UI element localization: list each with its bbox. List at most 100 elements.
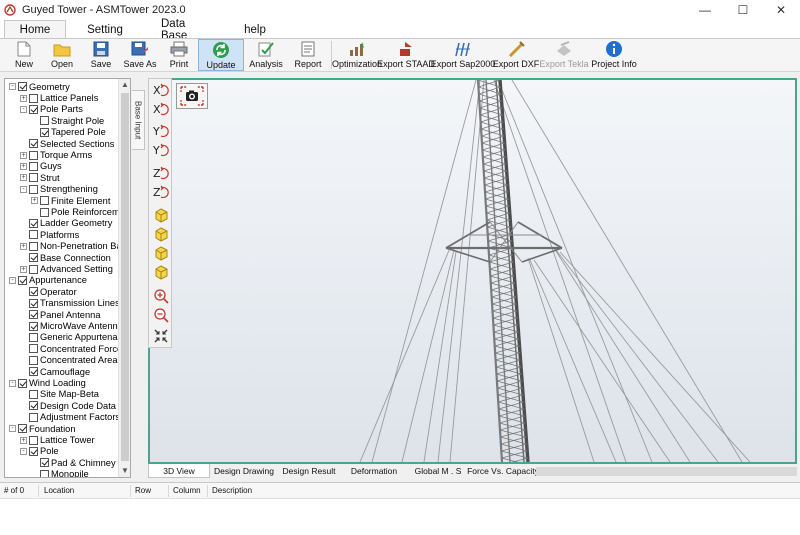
tree-checkbox[interactable]	[29, 298, 38, 308]
tab-global-ms[interactable]: Global M . S	[408, 464, 468, 478]
tree-checkbox[interactable]	[40, 469, 49, 477]
expand-icon[interactable]: +	[31, 197, 38, 205]
tree-item[interactable]: Concentrated Area	[20, 355, 118, 366]
tree-checkbox[interactable]	[29, 367, 38, 377]
col-description[interactable]: Description	[212, 483, 252, 499]
tree-checkbox[interactable]	[29, 310, 38, 320]
tree-checkbox[interactable]	[40, 196, 49, 206]
expand-icon[interactable]: +	[20, 174, 27, 182]
tree-item[interactable]: + Finite Element	[31, 195, 110, 206]
collapse-icon[interactable]: -	[9, 379, 16, 387]
open-button[interactable]: Open	[42, 39, 82, 71]
tree-item[interactable]: - Foundation	[9, 423, 76, 434]
tab-force-vs-capacity[interactable]: Force Vs. Capacity	[467, 464, 539, 478]
tree-checkbox[interactable]	[29, 401, 38, 411]
scroll-down-icon[interactable]: ▼	[119, 465, 130, 477]
update-button[interactable]: Update	[198, 39, 244, 71]
export-staad-button[interactable]: Export STAAD	[377, 39, 435, 71]
tree-checkbox[interactable]	[29, 218, 38, 228]
zoom-in-button[interactable]	[151, 288, 171, 306]
col-count[interactable]: # of 0	[4, 483, 24, 499]
tree-item[interactable]: Straight Pole	[31, 115, 104, 126]
tree-item[interactable]: Platforms	[20, 229, 79, 240]
col-column[interactable]: Column	[173, 483, 201, 499]
tree-checkbox[interactable]	[18, 82, 27, 92]
tree-checkbox[interactable]	[29, 150, 38, 160]
tree-checkbox[interactable]	[18, 424, 27, 434]
tree-item[interactable]: + Non-Penetration Base	[20, 241, 130, 252]
tree-checkbox[interactable]	[29, 435, 38, 445]
tree-item[interactable]: Base Connection	[20, 252, 111, 263]
tab-data-base[interactable]: Data Base	[144, 18, 219, 42]
tree-checkbox[interactable]	[29, 139, 38, 149]
tab-design-drawing[interactable]: Design Drawing	[210, 464, 278, 478]
tree-checkbox[interactable]	[29, 161, 38, 171]
tree-item[interactable]: + Torque Arms	[20, 149, 92, 160]
report-button[interactable]: Report	[288, 39, 328, 71]
3d-viewport[interactable]	[148, 78, 797, 464]
tree-checkbox[interactable]	[29, 446, 38, 456]
tree-checkbox[interactable]	[29, 264, 38, 274]
tree-checkbox[interactable]	[40, 116, 49, 126]
zoom-out-button[interactable]	[151, 307, 171, 325]
tree-item[interactable]: Panel Antenna	[20, 309, 100, 320]
tree-item[interactable]: Camouflage	[20, 366, 90, 377]
rotate-z-pos-button[interactable]: Z	[151, 165, 171, 183]
tree-item[interactable]: Pole Reinforcement	[31, 206, 130, 217]
tree-checkbox[interactable]	[40, 127, 49, 137]
collapse-icon[interactable]: -	[9, 276, 16, 284]
tree-item[interactable]: + Lattice Tower	[20, 434, 95, 445]
tree-item[interactable]: - Appurtenance	[9, 275, 87, 286]
col-location[interactable]: Location	[44, 483, 74, 499]
new-button[interactable]: New	[6, 39, 42, 71]
tree-checkbox[interactable]	[29, 412, 38, 422]
maximize-button[interactable]: ☐	[724, 0, 762, 20]
tree-item[interactable]: - Strengthening	[20, 184, 98, 195]
collapse-icon[interactable]: -	[9, 83, 16, 91]
tree-item[interactable]: - Wind Loading	[9, 377, 86, 388]
tree-checkbox[interactable]	[29, 332, 38, 342]
fit-extents-button[interactable]	[151, 328, 171, 346]
tab-setting[interactable]: Setting	[66, 20, 144, 38]
tree-checkbox[interactable]	[29, 173, 38, 183]
tree-item[interactable]: Selected Sections	[20, 138, 114, 149]
tree-checkbox[interactable]	[29, 104, 38, 114]
collapse-icon[interactable]: -	[9, 425, 16, 433]
base-input-side-tab[interactable]: Base Input	[132, 90, 145, 150]
expand-icon[interactable]: +	[20, 162, 27, 170]
tree-checkbox[interactable]	[29, 389, 38, 399]
close-button[interactable]: ✕	[762, 0, 800, 20]
tree-item[interactable]: + Advanced Setting	[20, 263, 113, 274]
rotate-x-pos-button[interactable]: X	[151, 82, 171, 100]
tree-item[interactable]: MicroWave Antenna	[20, 320, 123, 331]
tree-item[interactable]: Transmission Lines	[20, 298, 120, 309]
collapse-icon[interactable]: -	[20, 105, 27, 113]
screenshot-button[interactable]	[176, 83, 208, 109]
view-cube-top-button[interactable]	[151, 245, 171, 263]
view-cube-iso-button[interactable]	[151, 264, 171, 282]
tree-item[interactable]: Adjustment Factors	[20, 412, 120, 423]
tree-item[interactable]: Generic Appurtenance	[20, 332, 130, 343]
export-tekla-button[interactable]: Export Tekla	[539, 39, 589, 71]
scroll-up-icon[interactable]: ▲	[119, 79, 130, 91]
tab-home[interactable]: Home	[4, 20, 66, 38]
tab-deformation[interactable]: Deformation	[340, 464, 408, 478]
tree-checkbox[interactable]	[29, 287, 38, 297]
tree-checkbox[interactable]	[29, 241, 38, 251]
expand-icon[interactable]: +	[20, 265, 27, 273]
rotate-z-neg-button[interactable]: Z	[151, 184, 171, 202]
tree-item[interactable]: Operator	[20, 286, 77, 297]
view-tabs-scrollbar[interactable]	[536, 467, 797, 476]
project-info-button[interactable]: Project Info	[589, 39, 639, 71]
tree-scrollbar[interactable]: ▲ ▼	[118, 79, 130, 477]
tree-checkbox[interactable]	[29, 355, 38, 365]
expand-icon[interactable]: +	[20, 436, 27, 444]
save-as-button[interactable]: Save As	[120, 39, 160, 71]
tree-checkbox[interactable]	[29, 230, 38, 240]
minimize-button[interactable]: —	[686, 0, 724, 20]
tree-item[interactable]: Design Code Data	[20, 400, 116, 411]
tree-item[interactable]: - Pole	[20, 446, 59, 457]
export-sap2000-button[interactable]: Export Sap2000	[431, 39, 495, 71]
expand-icon[interactable]: +	[20, 94, 27, 102]
tree-checkbox[interactable]	[29, 321, 38, 331]
